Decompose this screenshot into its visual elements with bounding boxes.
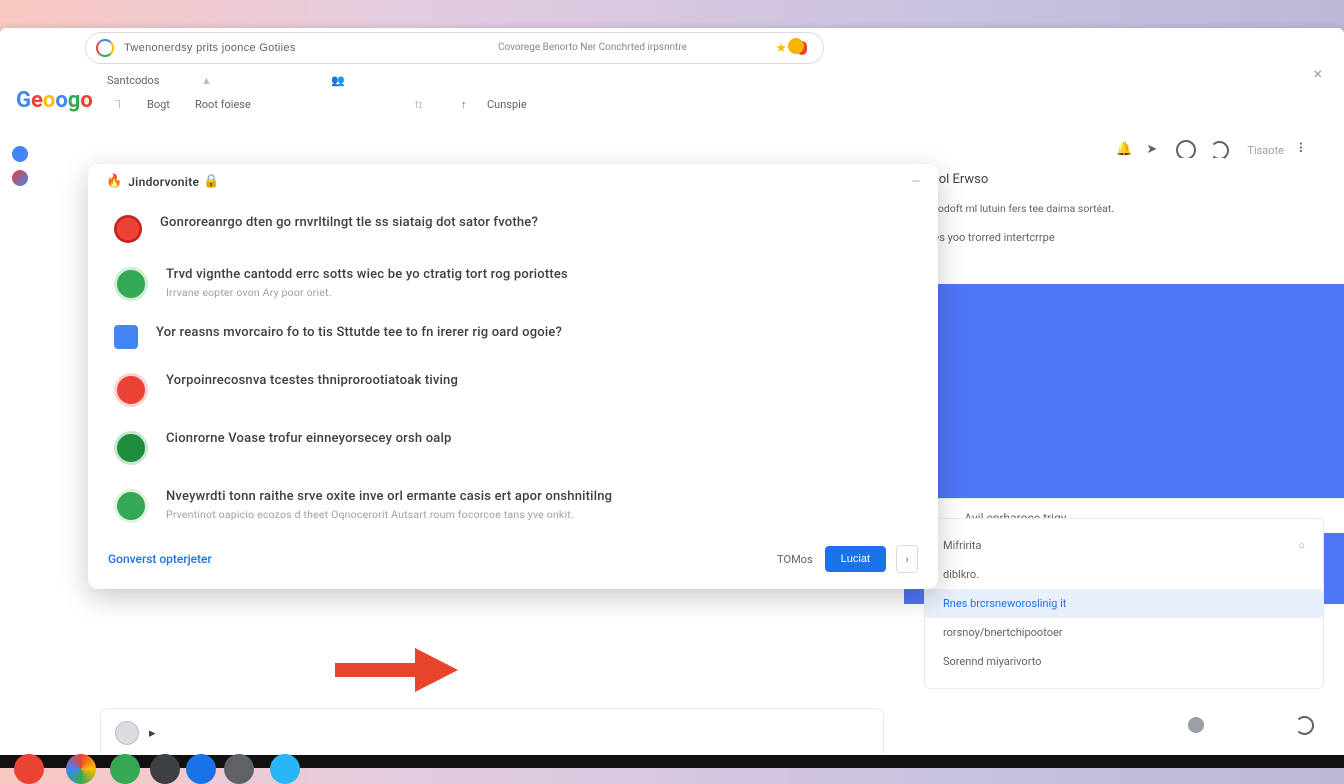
fire-icon: 🔥 [106,174,122,189]
dock-app[interactable] [150,754,180,784]
toolbar-item-cunspie[interactable]: Cunspie [487,98,527,111]
rail-chat-icon[interactable] [12,146,28,162]
secondary-toolbar: Santcodos ▲ 👥 Ꞁ Bogt Root foiese tɪ ↑ Cu… [85,68,1324,128]
list-item[interactable]: diblkro. [943,560,1305,589]
list-item[interactable]: Mifririta○ [943,531,1305,560]
shortcut-caret-icon: ▲ [201,74,212,87]
left-rail [0,138,40,194]
modal-title: Jindorvonite [128,175,199,189]
right-list: Mifririta○ diblkro. Rnes brcrsneworoslin… [924,518,1324,689]
next-button[interactable]: › [896,545,918,573]
circle-icon [114,431,148,465]
right-panel: bool Erwso woodoft ml lutuin fers tee da… [904,158,1344,715]
footer-reload-icon[interactable] [1295,716,1314,735]
suggestion-row[interactable]: Trvd vignthe cantodd errc sotts wiec be … [88,255,938,313]
suggestion-row[interactable]: Yorpoinrecosnva tcestes thniprorootiatoa… [88,361,938,419]
site-icon [96,39,114,57]
bell-icon[interactable]: 🔔 [1116,142,1132,158]
minimize-icon[interactable]: — [911,175,920,188]
rail-app-icon[interactable] [12,170,28,186]
dock-app[interactable] [224,754,254,784]
list-item[interactable]: rorsnoy/bnertchipootoer [943,618,1305,647]
right-panel-subtitle: woodoft ml lutuin fers tee daima sortéat… [904,201,1344,217]
google-logo: G e o o g o [16,86,96,114]
suggestions-modal: 🔥 Jindorvonite 🔒 — Gonroreanrgo dten go … [88,164,938,589]
profile-avatar[interactable] [788,38,804,54]
people-icon[interactable]: 👥 [331,74,345,87]
target-icon [114,373,148,407]
dock-app[interactable] [110,754,140,784]
avatar-icon [115,721,139,745]
suggestion-row[interactable]: Nveywrdti tonn raithe srve oxite inve or… [88,477,938,535]
primary-button[interactable]: Luciat [825,546,886,572]
toolbar-misc-2: tɪ [415,98,423,111]
suggestion-row[interactable]: Cionrorne Voase trofur einneyorsecey ors… [88,419,938,477]
shortcuts-label[interactable]: Santcodos [107,74,159,87]
share-icon[interactable]: ➤ [1146,142,1162,158]
chrome-icon [114,267,148,301]
circle-icon [114,489,148,523]
dock-app[interactable] [186,754,216,784]
footer-status-icon[interactable] [1188,717,1204,733]
toolbar-item-bogt[interactable]: Bogt [147,98,170,111]
dock-app[interactable] [270,754,300,784]
upload-icon[interactable]: ↑ [461,98,467,111]
header-actions: 🔔 ➤ Tisaote ⠇ [1116,140,1314,160]
omnibox-suggestion: Covorege Benorto Ner Conchrted irpsnntre [498,42,687,53]
reload-icon[interactable] [1210,141,1229,160]
caret-icon: ▸ [149,726,156,741]
list-item[interactable]: Sorennd miyarivorto [943,647,1305,676]
compose-box[interactable]: ▸ [100,708,884,758]
annotation-arrow [330,640,460,700]
info-icon[interactable] [1176,140,1196,160]
omnibox[interactable]: ★ [85,32,824,64]
toolbar-misc-1: Ꞁ [115,98,121,111]
modal-header: 🔥 Jindorvonite 🔒 — [88,164,938,199]
taskbar [0,755,1344,768]
record-icon [114,215,142,243]
right-panel-link[interactable]: rses yoo trorred intertcrrpe [904,217,1344,244]
list-item-selected[interactable]: Rnes brcrsneworoslinig it [925,589,1323,618]
dock-app-chrome[interactable] [66,754,96,784]
doc-icon [114,325,138,349]
browser-window: × ★ Covorege Benorto Ner Conchrted irpsn… [0,28,1344,755]
settings-label[interactable]: Tisaote [1247,144,1284,157]
secondary-button[interactable]: TOMos [777,553,813,566]
toolbar-item-root[interactable]: Root foiese [195,98,251,111]
suggestion-row[interactable]: Yor reasns mvorcairo fo to tis Sttutde t… [88,313,938,361]
bookmark-star-icon[interactable]: ★ [775,41,787,56]
footer-link[interactable]: Gonverst opterjeter [108,552,212,566]
right-panel-title: bool Erwso [904,158,1344,201]
dock-app[interactable] [14,754,44,784]
modal-body: Gonroreanrgo dten go rnvrltilngt tle ss … [88,199,938,535]
more-icon[interactable]: ⠇ [1298,142,1314,158]
suggestion-row[interactable]: Gonroreanrgo dten go rnvrltilngt tle ss … [88,203,938,255]
lock-icon: 🔒 [203,174,219,189]
modal-footer: Gonverst opterjeter TOMos Luciat › [88,535,938,589]
